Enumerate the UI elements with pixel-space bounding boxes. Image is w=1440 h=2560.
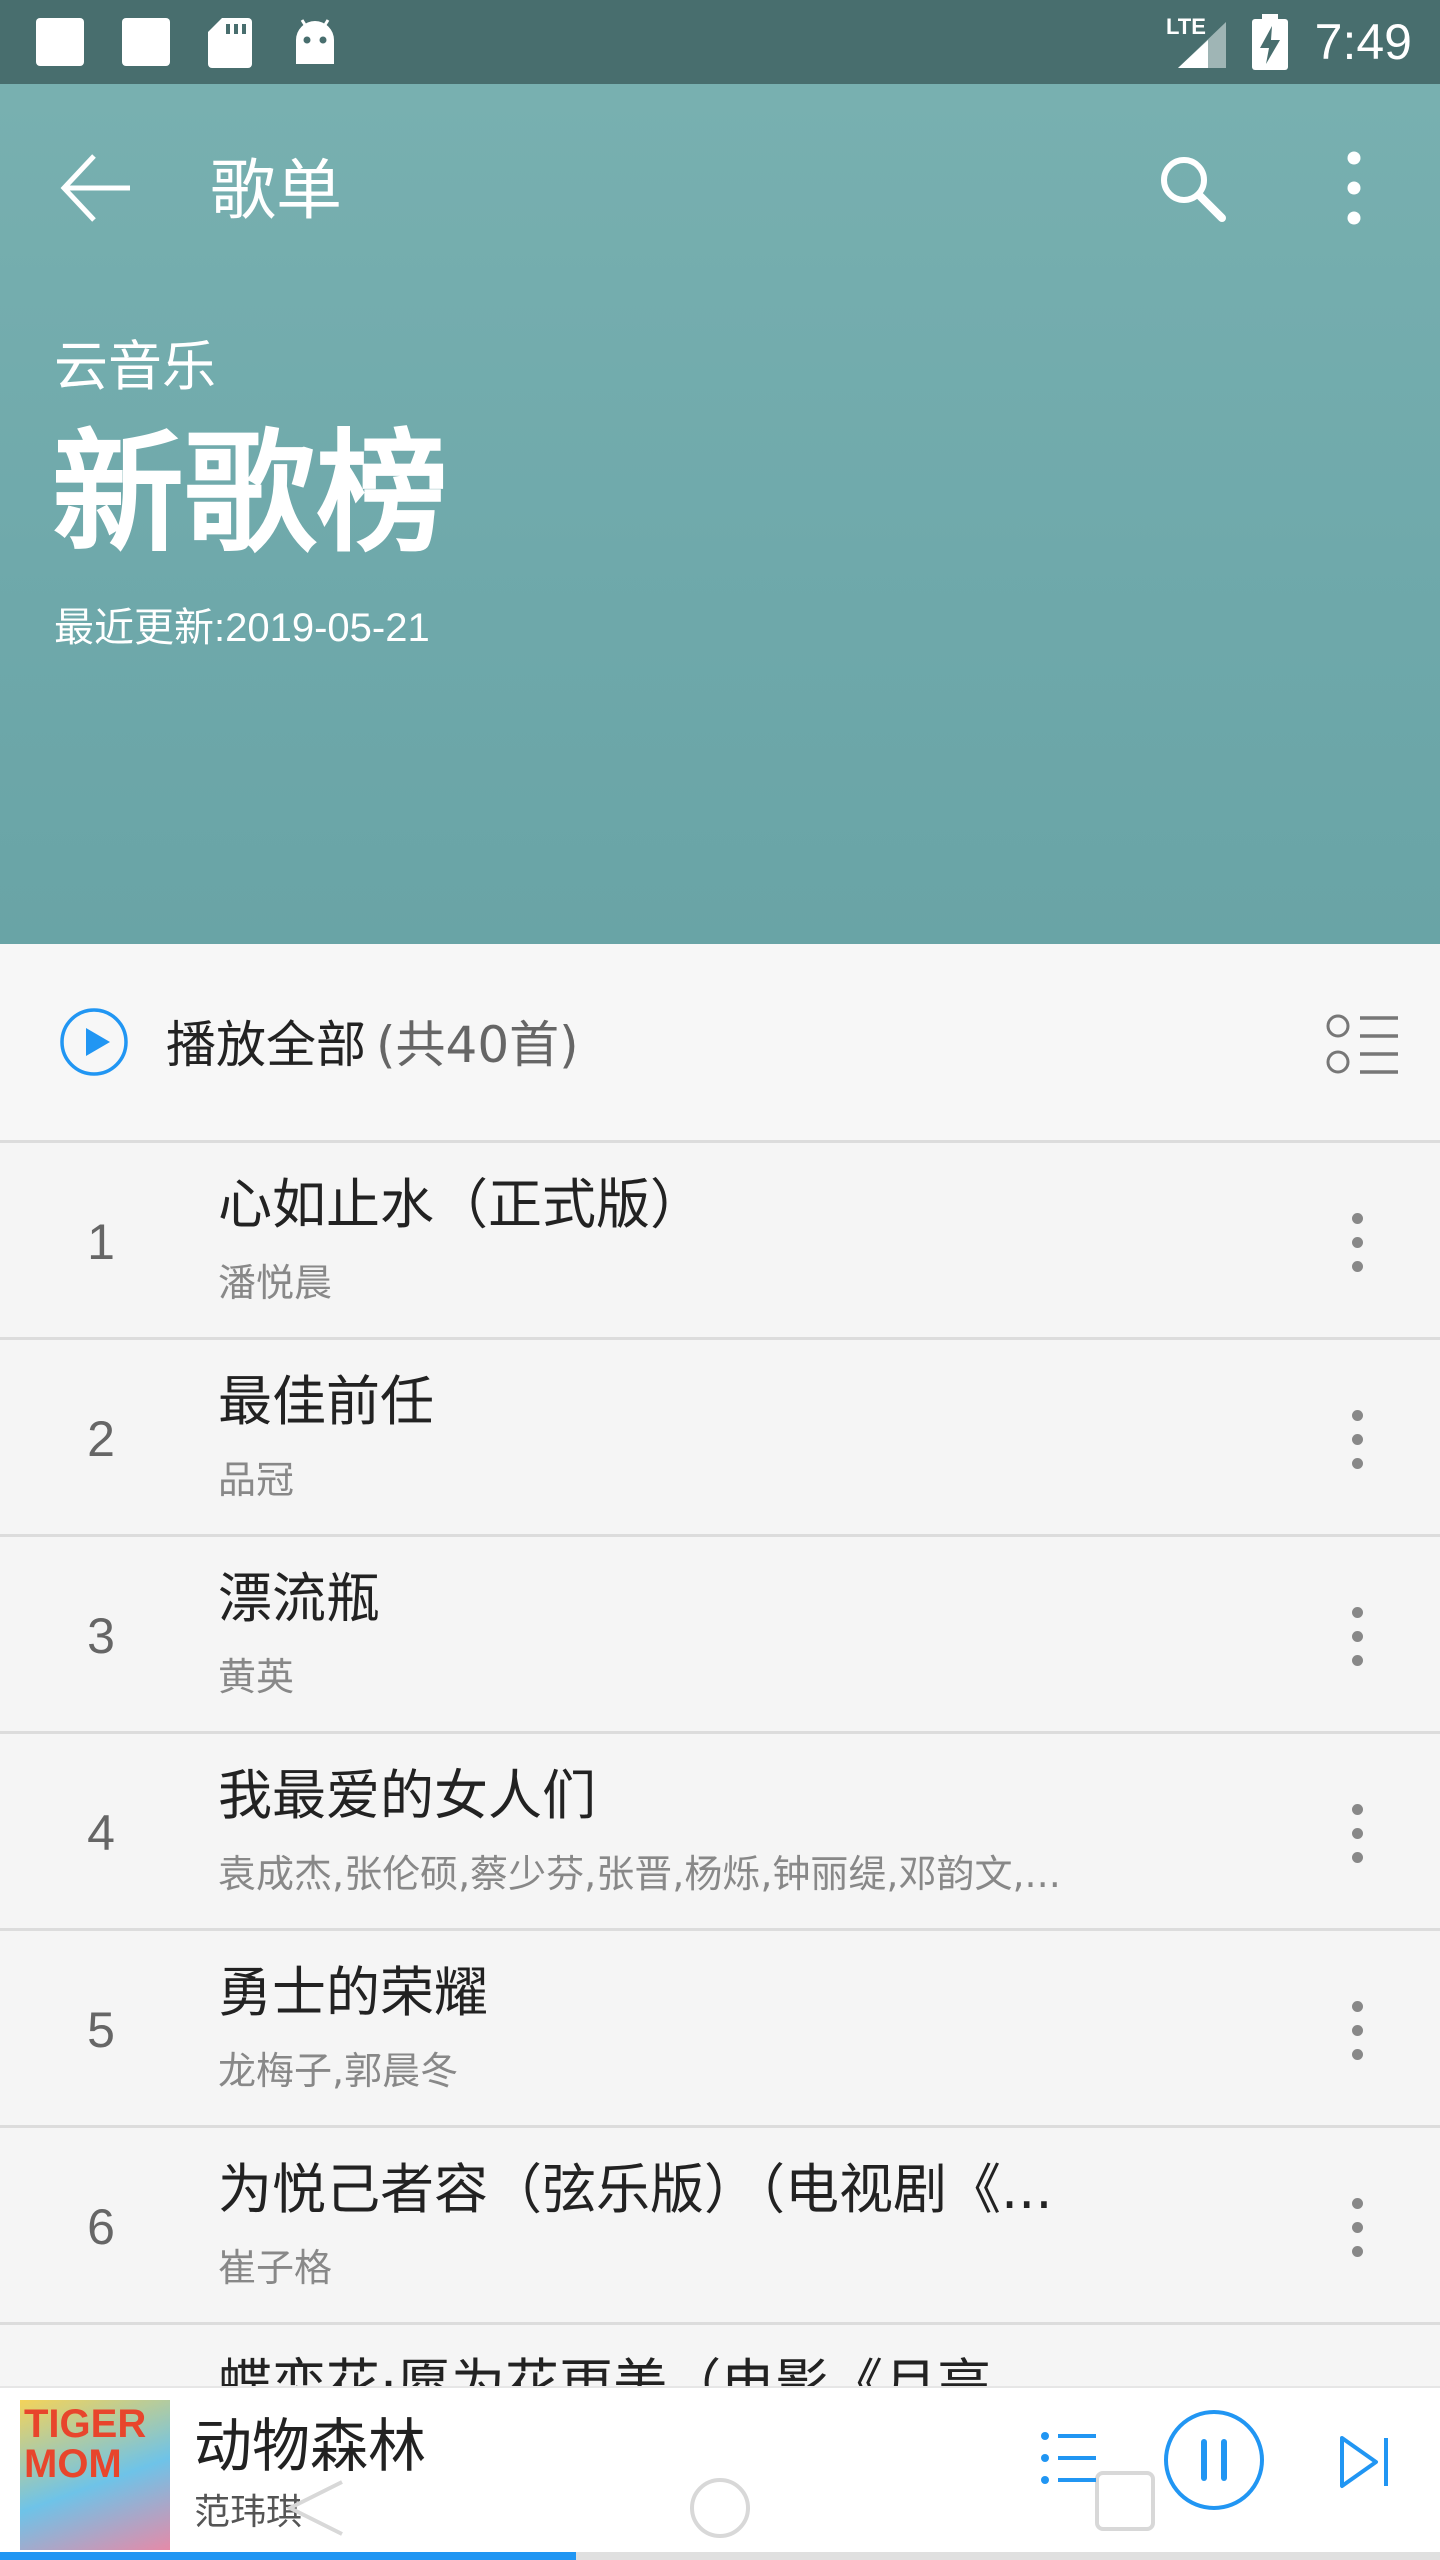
song-more-icon[interactable] (1330, 1400, 1386, 1480)
song-title: 心如止水（正式版） (218, 1173, 704, 1236)
song-rank: 5 (87, 2002, 115, 2058)
signal-icon (1178, 22, 1226, 68)
song-rank: 4 (87, 1805, 115, 1861)
next-track-icon[interactable] (1334, 2432, 1394, 2492)
nav-back-icon[interactable] (280, 2476, 350, 2540)
track-count: (共40首) (376, 1016, 579, 1074)
playback-progress-fill (0, 2552, 576, 2560)
song-artist: 潘悦晨 (218, 1261, 333, 1305)
song-title: 最佳前任 (218, 1370, 434, 1433)
song-row[interactable]: 3 漂流瓶 黄英 (0, 1537, 1440, 1734)
toolbar-title: 歌单 (210, 152, 342, 229)
song-more-icon[interactable] (1330, 1203, 1386, 1283)
song-row[interactable]: 4 我最爱的女人们 袁成杰,张伦硕,蔡少芬,张晋,杨烁,钟丽缇,邓韵文,... (0, 1734, 1440, 1931)
song-title: 漂流瓶 (218, 1567, 380, 1630)
sd-card-icon (208, 18, 252, 68)
back-arrow-icon[interactable] (58, 148, 138, 228)
playback-progress-bar[interactable] (0, 2552, 1440, 2560)
song-rank: 3 (87, 1608, 115, 1664)
nav-home-icon[interactable] (688, 2476, 752, 2540)
song-title: 勇士的荣耀 (218, 1961, 488, 2024)
song-more-icon[interactable] (1330, 1991, 1386, 2071)
song-artist: 黄英 (218, 1655, 295, 1699)
notification-icon (122, 18, 170, 66)
song-artist: 龙梅子,郭晨冬 (218, 2049, 459, 2093)
song-row[interactable]: 5 勇士的荣耀 龙梅子,郭晨冬 (0, 1931, 1440, 2128)
album-cover[interactable]: TIGER MOM (20, 2400, 170, 2550)
now-playing-title: 动物森林 (194, 2412, 427, 2480)
last-updated: 最近更新:2019-05-21 (54, 606, 430, 650)
playlist-source: 云音乐 (54, 335, 216, 398)
song-row[interactable]: 6 为悦己者容（弦乐版）（电视剧《... 崔子格 (0, 2128, 1440, 2325)
song-more-icon[interactable] (1330, 1597, 1386, 1677)
song-artist: 袁成杰,张伦硕,蔡少芬,张晋,杨烁,钟丽缇,邓韵文,... (218, 1852, 1061, 1896)
song-more-icon[interactable] (1330, 1794, 1386, 1874)
clock: 7:49 (1314, 14, 1412, 70)
battery-charging-icon (1252, 14, 1288, 70)
playlist-title: 新歌榜 (52, 417, 448, 571)
search-icon[interactable] (1154, 150, 1230, 226)
song-row[interactable]: 2 最佳前任 品冠 (0, 1340, 1440, 1537)
notification-icon (36, 18, 84, 66)
multi-select-icon[interactable] (1326, 1014, 1400, 1076)
song-artist: 崔子格 (218, 2246, 333, 2290)
song-rank: 6 (87, 2199, 115, 2255)
song-title: 为悦己者容（弦乐版）（电视剧《... (218, 2158, 1053, 2221)
play-all-label[interactable]: 播放全部 (166, 1010, 366, 1080)
playlist-queue-icon[interactable] (1040, 2428, 1112, 2488)
album-cover-text: TIGER MOM (24, 2402, 147, 2486)
song-row[interactable]: 1 心如止水（正式版） 潘悦晨 (0, 1143, 1440, 1340)
play-circle-icon[interactable] (58, 1006, 130, 1078)
song-title: 我最爱的女人们 (218, 1764, 596, 1827)
more-options-icon[interactable] (1334, 146, 1374, 230)
pause-button[interactable] (1162, 2408, 1266, 2512)
status-bar: LTE 7:49 (0, 0, 1440, 84)
song-rank: 2 (87, 1411, 115, 1467)
playlist-header: 歌单 云音乐 新歌榜 最近更新:2019-05-21 (0, 84, 1440, 944)
song-rank: 1 (87, 1214, 115, 1270)
play-all-bar[interactable]: 播放全部 (共40首) (0, 944, 1440, 1143)
android-icon (296, 19, 334, 64)
song-more-icon[interactable] (1330, 2188, 1386, 2268)
song-artist: 品冠 (218, 1458, 295, 1502)
mini-player[interactable]: TIGER MOM 动物森林 范玮琪 (0, 2386, 1440, 2554)
